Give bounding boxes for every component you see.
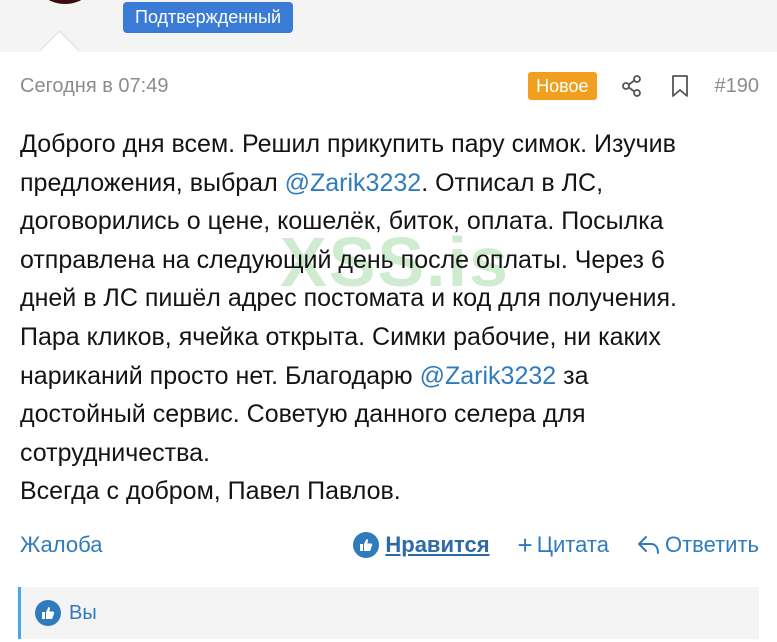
bookmark-icon[interactable]	[667, 73, 693, 99]
message-text: достойный сервис. Советую данного селера…	[20, 400, 586, 429]
message-line: договорились о цене, кошелёк, биток, опл…	[20, 202, 760, 241]
message-text: Всегда с добром, Павел Павлов.	[20, 477, 401, 506]
like-button[interactable]: Нравится	[353, 532, 490, 558]
avatar[interactable]	[30, 0, 100, 4]
message-line: Доброго дня всем. Решил прикупить пару с…	[20, 125, 760, 164]
post-number[interactable]: #190	[715, 75, 760, 98]
message-line: сотрудничества.	[20, 434, 760, 473]
message-text: нариканий просто нет. Благодарю	[20, 361, 420, 390]
share-icon[interactable]	[619, 73, 645, 99]
new-badge: Новое	[528, 72, 597, 100]
reply-button[interactable]: Ответить	[637, 532, 759, 558]
reply-icon	[637, 534, 661, 556]
message-line: дней в ЛС пишёл адрес постомата и код дл…	[20, 279, 760, 318]
message-text: предложения, выбрал	[20, 168, 285, 197]
like-label: Нравится	[385, 532, 490, 557]
message-text: сотрудничества.	[20, 438, 210, 467]
user-mention-link[interactable]: @Zarik3232	[420, 362, 557, 390]
message-card: Сегодня в 07:49 Новое #190 XSS.is Доброг…	[0, 52, 777, 642]
likes-user-link[interactable]: Вы	[69, 602, 97, 625]
quote-button[interactable]: + Цитата	[518, 532, 609, 558]
reply-label: Ответить	[664, 532, 759, 557]
message-text: договорились о цене, кошелёк, биток, опл…	[20, 207, 664, 236]
user-mention-link[interactable]: @Zarik3232	[285, 169, 422, 197]
message-body: Доброго дня всем. Решил прикупить пару с…	[20, 125, 760, 511]
like-icon	[353, 532, 380, 558]
likes-summary: Вы	[18, 587, 759, 639]
message-text: отправлена на следующий день после оплат…	[20, 245, 665, 274]
message-line: отправлена на следующий день после оплат…	[20, 241, 760, 280]
message-text: за	[556, 361, 589, 390]
report-link[interactable]: Жалоба	[20, 532, 102, 558]
message-text: дней в ЛС пишёл адрес постомата и код дл…	[20, 284, 677, 313]
like-icon	[35, 600, 61, 626]
message-text: . Отписал в ЛС,	[421, 168, 604, 197]
message-line: нариканий просто нет. Благодарю @Zarik32…	[20, 357, 760, 396]
plus-icon: +	[517, 530, 533, 560]
quote-label: Цитата	[536, 532, 609, 557]
message-line: достойный сервис. Советую данного селера…	[20, 395, 760, 434]
message-text: Пара кликов, ячейка открыта. Симки рабоч…	[20, 322, 661, 351]
action-bar: Жалоба Нравится + Цитата Ответить	[20, 528, 759, 562]
message-meta: Сегодня в 07:49 Новое #190	[20, 70, 759, 102]
user-strip: Подтвержденный	[0, 0, 777, 69]
message-text: Доброго дня всем. Решил прикупить пару с…	[20, 130, 676, 158]
verified-badge: Подтвержденный	[123, 2, 294, 33]
post-date[interactable]: Сегодня в 07:49	[20, 75, 168, 98]
message-line: Всегда с добром, Павел Павлов.	[20, 472, 760, 511]
message-line: предложения, выбрал @Zarik3232. Отписал …	[20, 164, 760, 203]
message-line: Пара кликов, ячейка открыта. Симки рабоч…	[20, 318, 760, 357]
